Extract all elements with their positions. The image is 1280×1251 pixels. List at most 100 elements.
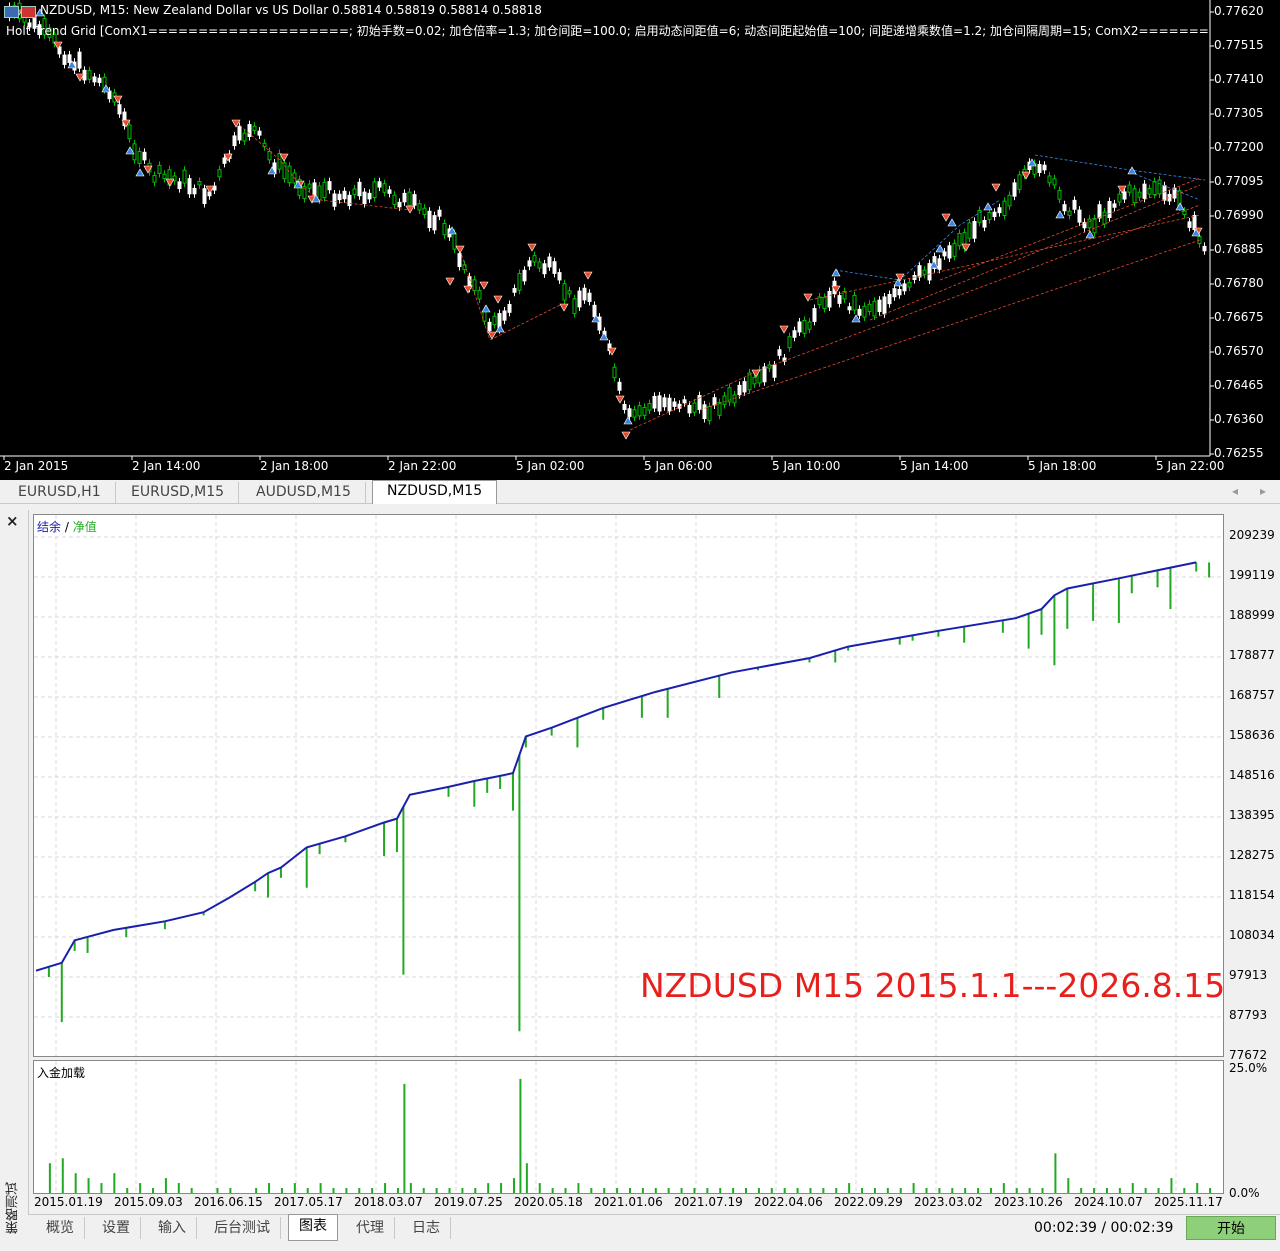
deposit-bar <box>783 1188 786 1193</box>
tab-graph[interactable]: 图表 <box>288 1214 338 1241</box>
chart-window-icons <box>4 3 38 18</box>
candle-body <box>287 165 292 184</box>
candle-body <box>407 191 412 206</box>
elapsed-timer: 00:02:39 / 00:02:39 <box>1034 1220 1174 1236</box>
deposit-bar <box>48 1163 51 1193</box>
candle-body <box>592 304 597 318</box>
candle-body <box>352 188 357 196</box>
y-tick-label: 148516 <box>1229 767 1275 782</box>
start-button[interactable]: 开始 <box>1186 1216 1276 1240</box>
time-label: 2 Jan 14:00 <box>132 459 201 473</box>
candle-body <box>827 290 832 308</box>
x-tick-label: 2016.06.15 <box>194 1195 263 1209</box>
time-label: 5 Jan 02:00 <box>516 459 585 473</box>
x-tick-label: 2018.03.07 <box>354 1195 423 1209</box>
y-tick-label: 178877 <box>1229 648 1275 662</box>
y-tick-label: 87793 <box>1229 1007 1268 1022</box>
tab-journal[interactable]: 日志 <box>402 1217 451 1239</box>
price-label: 0.77200 <box>1214 140 1264 154</box>
candle-body <box>1122 191 1127 200</box>
candle-body <box>232 135 237 147</box>
candle-body <box>702 404 707 420</box>
candle-body <box>1012 182 1017 197</box>
tab-backtest[interactable]: 后台测试 <box>204 1217 281 1239</box>
candle-body <box>247 124 252 138</box>
sell-arrow-icon <box>479 281 489 290</box>
candle-body <box>512 288 517 293</box>
candle-body <box>537 261 542 269</box>
candle-body <box>872 300 877 317</box>
tab-audusd-m15[interactable]: AUDUSD,M15 <box>242 482 366 503</box>
candle-body <box>577 290 582 308</box>
candle-body <box>507 304 512 313</box>
buy-arrow-icon <box>481 304 491 313</box>
price-chart[interactable]: NZDUSD, M15: New Zealand Dollar vs US Do… <box>0 0 1280 480</box>
deposit-bar <box>977 1188 980 1193</box>
candle-body <box>722 395 727 405</box>
deposit-bar <box>667 1188 670 1193</box>
close-icon[interactable]: × <box>6 512 19 530</box>
candle-body <box>347 194 352 207</box>
candle-body <box>217 169 222 178</box>
candle-body <box>902 283 907 292</box>
tab-agents[interactable]: 代理 <box>346 1217 395 1239</box>
deposit-bar <box>113 1173 116 1193</box>
candle-body <box>797 321 802 333</box>
candle-body <box>667 397 672 412</box>
candle-body <box>1007 194 1012 207</box>
candle-body <box>687 404 692 414</box>
x-tick-label: 2021.07.19 <box>674 1195 743 1209</box>
deposit-bar <box>1131 1183 1134 1193</box>
y-tick-label: 77672 <box>1229 1048 1268 1062</box>
candle-body <box>157 164 162 174</box>
deposit-bar <box>706 1188 709 1193</box>
candle-body <box>1062 204 1067 212</box>
sell-arrow-icon <box>621 431 631 440</box>
tab-overview[interactable]: 概览 <box>36 1217 85 1239</box>
candle-body <box>1137 191 1142 198</box>
x-tick-label: 2015.01.19 <box>34 1195 103 1209</box>
candle-body <box>492 315 497 326</box>
deposit-tick-top: 25.0% <box>1229 1061 1268 1075</box>
y-tick-label: 138395 <box>1229 808 1275 822</box>
candle-body <box>892 288 897 298</box>
deposit-bar <box>74 1173 77 1193</box>
candle-body <box>442 223 447 236</box>
candle-body <box>257 130 262 136</box>
tab-nzdusd-m15[interactable]: NZDUSD,M15 <box>372 480 498 504</box>
time-label: 5 Jan 14:00 <box>900 459 969 473</box>
candle-body <box>1072 199 1077 210</box>
deposit-bar <box>641 1188 644 1193</box>
candle-body <box>1142 183 1147 199</box>
tab-eurusd-h1[interactable]: EURUSD,H1 <box>4 482 116 503</box>
tab-scroll-left[interactable]: ◂ <box>1232 484 1238 498</box>
candle-body <box>437 209 442 217</box>
tab-eurusd-m15[interactable]: EURUSD,M15 <box>117 482 240 503</box>
candle-body <box>1092 218 1097 234</box>
deposit-bar <box>358 1188 361 1193</box>
candle-body <box>477 290 482 300</box>
deposit-bar <box>603 1188 606 1193</box>
deposit-bar <box>403 1083 406 1193</box>
tab-scroll-right[interactable]: ▸ <box>1260 484 1266 498</box>
deposit-bar <box>1080 1188 1083 1193</box>
tab-inputs[interactable]: 输入 <box>148 1217 197 1239</box>
x-tick-label: 2020.05.18 <box>514 1195 583 1209</box>
candle-body <box>952 242 957 257</box>
candle-body <box>162 173 167 179</box>
deposit-bar <box>886 1188 889 1193</box>
candle-body <box>787 336 792 349</box>
price-label: 0.76465 <box>1214 378 1264 392</box>
deposit-bar <box>487 1183 490 1193</box>
candle-body <box>877 299 882 313</box>
deposit-bar <box>1170 1178 1173 1193</box>
tab-settings[interactable]: 设置 <box>92 1217 141 1239</box>
deposit-bar <box>861 1188 864 1193</box>
candle-body <box>562 283 567 301</box>
deposit-bar <box>422 1188 425 1193</box>
candle-body <box>117 104 122 115</box>
sell-arrow-icon <box>463 285 473 294</box>
legend-equity: 净值 <box>72 520 97 534</box>
x-tick-label: 2017.05.17 <box>274 1195 343 1209</box>
time-label: 5 Jan 06:00 <box>644 459 713 473</box>
